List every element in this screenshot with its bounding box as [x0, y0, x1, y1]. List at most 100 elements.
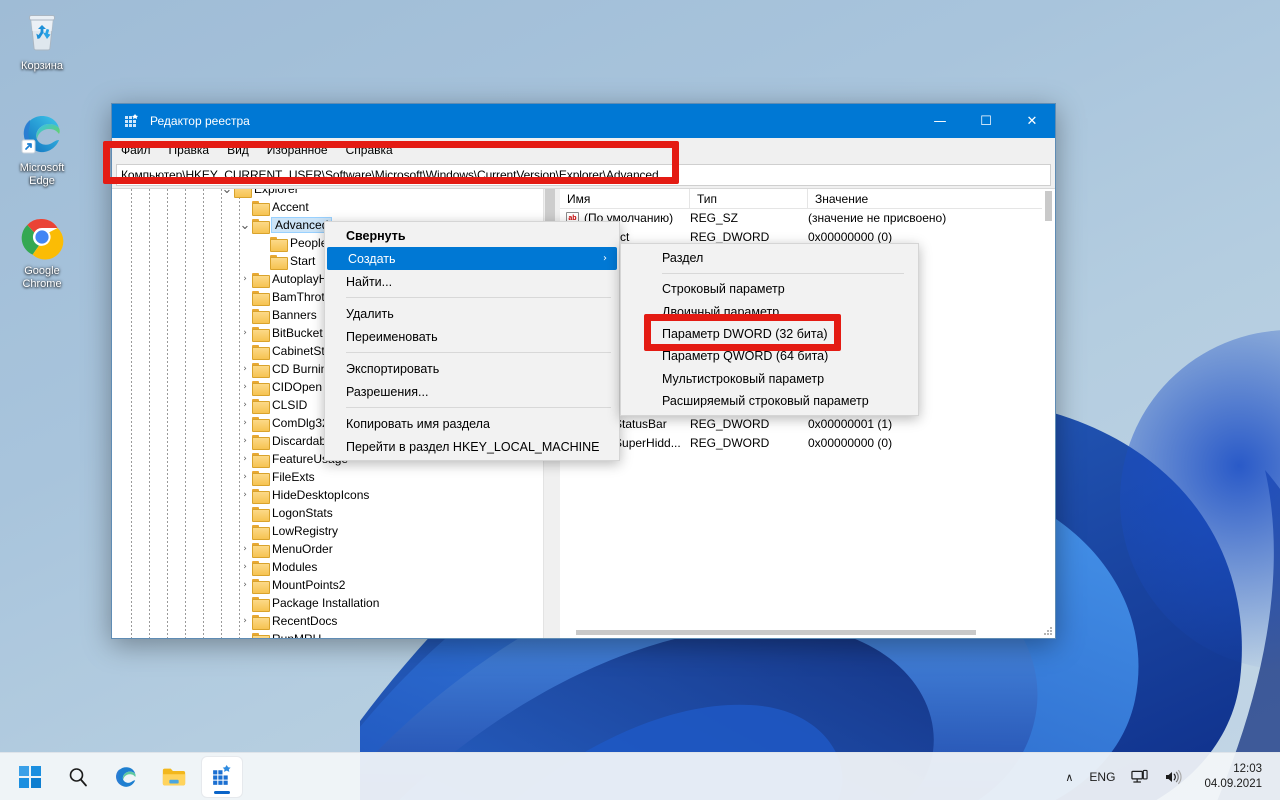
submenu-item[interactable]: Двоичный параметр: [621, 301, 918, 323]
column-header-value[interactable]: Значение: [808, 189, 1055, 208]
context-menu-item[interactable]: Создать ›: [327, 247, 617, 270]
regedit-button[interactable]: [202, 756, 242, 797]
value-row[interactable]: 011100ShowStatusBarREG_DWORD0x00000001 (…: [560, 415, 1055, 434]
window-titlebar[interactable]: Редактор реестра — ☐ ✕: [112, 104, 1055, 138]
submenu-item[interactable]: Параметр QWORD (64 бита): [621, 345, 918, 367]
folder-icon: [252, 344, 270, 360]
edge-button[interactable]: [106, 757, 146, 797]
context-menu-item[interactable]: Удалить: [325, 302, 619, 325]
submenu-item[interactable]: Расширяемый строковый параметр: [621, 390, 918, 412]
context-menu-item[interactable]: Свернуть: [325, 224, 619, 247]
values-column-header[interactable]: Имя Тип Значение: [560, 189, 1055, 209]
tray-chevron-button[interactable]: ∧: [1057, 760, 1081, 794]
tree-node[interactable]: › MenuOrder: [112, 540, 543, 558]
tree-node[interactable]: Accent: [112, 198, 543, 216]
value-type-cell: REG_DWORD: [690, 435, 770, 450]
menu-item-favorites[interactable]: Избранное: [267, 143, 328, 157]
folder-icon: [252, 488, 270, 504]
context-menu-item[interactable]: Перейти в раздел HKEY_LOCAL_MACHINE: [325, 435, 619, 458]
explorer-button[interactable]: [154, 757, 194, 797]
language-indicator[interactable]: ENG: [1081, 760, 1123, 794]
context-menu-item[interactable]: Переименовать: [325, 325, 619, 348]
menu-item-file[interactable]: Файл: [121, 143, 151, 157]
tree-node[interactable]: LowRegistry: [112, 522, 543, 540]
tree-expander[interactable]: ›: [238, 364, 252, 374]
tree-expander[interactable]: ›: [238, 544, 252, 554]
tree-node[interactable]: › RecentDocs: [112, 612, 543, 630]
tree-context-menu[interactable]: Свернуть Создать › Найти... Удалить Переимено…: [324, 221, 620, 461]
volume-button[interactable]: [1156, 760, 1190, 794]
folder-icon: [252, 560, 270, 576]
menu-item-view[interactable]: Вид: [227, 143, 249, 157]
tree-node[interactable]: LogonStats: [112, 504, 543, 522]
tree-node[interactable]: › Modules: [112, 558, 543, 576]
submenu-item[interactable]: Строковый параметр: [621, 278, 918, 300]
tree-expander[interactable]: ›: [238, 616, 252, 626]
maximize-button[interactable]: ☐: [963, 104, 1009, 138]
submenu-item[interactable]: Параметр DWORD (32 бита): [621, 323, 918, 345]
address-bar[interactable]: Компьютер\HKEY_CURRENT_USER\Software\Mic…: [116, 164, 1051, 186]
tree-expander[interactable]: ›: [238, 328, 252, 338]
scrollbar-thumb[interactable]: [1045, 191, 1052, 221]
start-button[interactable]: [10, 757, 50, 797]
tree-node-label: FileExts: [272, 470, 315, 484]
minimize-button[interactable]: —: [917, 104, 963, 138]
folder-icon: [234, 189, 252, 198]
tree-node-label: ComDlg32: [272, 416, 329, 430]
context-menu-item[interactable]: Копировать имя раздела: [325, 412, 619, 435]
tree-node[interactable]: › FileExts: [112, 468, 543, 486]
tree-expander[interactable]: ›: [238, 454, 252, 464]
tree-expander[interactable]: ›: [238, 274, 252, 284]
value-row[interactable]: 011100ShowSuperHidd...REG_DWORD0x0000000…: [560, 433, 1055, 452]
tree-expander[interactable]: ›: [238, 436, 252, 446]
create-submenu[interactable]: Раздел Строковый параметр Двоичный парамет…: [620, 243, 919, 417]
tree-expander[interactable]: ›: [238, 418, 252, 428]
submenu-item[interactable]: Раздел: [621, 247, 918, 269]
desktop-icon-recycle-bin[interactable]: Корзина: [0, 8, 84, 73]
value-type-cell: REG_DWORD: [690, 230, 770, 245]
tree-expander[interactable]: ⌄: [220, 189, 234, 197]
desktop-icon-microsoft-edge[interactable]: Microsoft Edge: [0, 110, 84, 188]
tree-expander[interactable]: ›: [238, 580, 252, 590]
taskbar[interactable]: ∧ ENG 12:03 04.09.2021: [0, 752, 1280, 800]
tree-node-label: MountPoints2: [272, 578, 346, 592]
submenu-item[interactable]: Мультистроковый параметр: [621, 367, 918, 389]
clock[interactable]: 12:03 04.09.2021: [1190, 762, 1272, 792]
context-menu-item[interactable]: Экспортировать: [325, 357, 619, 380]
tree-expander[interactable]: ›: [238, 400, 252, 410]
values-vertical-scrollbar[interactable]: [1042, 189, 1055, 625]
tree-node[interactable]: › MountPoints2: [112, 576, 543, 594]
tree-expander[interactable]: ›: [238, 562, 252, 572]
edge-icon: [0, 110, 84, 158]
column-header-name[interactable]: Имя: [560, 189, 690, 208]
folder-icon: [252, 434, 270, 450]
menu-bar[interactable]: Файл Правка Вид Избранное Справка: [112, 138, 1055, 162]
desktop[interactable]: Корзина Microsoft Edge Google Chrome Ред…: [0, 0, 1280, 800]
context-menu-item[interactable]: Разрешения...: [325, 380, 619, 403]
system-tray[interactable]: ∧ ENG 12:03 04.09.2021: [1057, 753, 1280, 800]
tree-expander[interactable]: ›: [238, 490, 252, 500]
tree-node[interactable]: Package Installation: [112, 594, 543, 612]
desktop-icon-google-chrome[interactable]: Google Chrome: [0, 213, 84, 291]
tree-node[interactable]: ⌄ Explorer: [112, 189, 543, 198]
address-bar-row[interactable]: Компьютер\HKEY_CURRENT_USER\Software\Mic…: [112, 162, 1055, 188]
tree-node-label: MenuOrder: [272, 542, 333, 556]
scrollbar-thumb[interactable]: [576, 630, 976, 635]
context-menu-item[interactable]: Найти...: [325, 270, 619, 293]
menu-item-help[interactable]: Справка: [346, 143, 393, 157]
search-button[interactable]: [58, 757, 98, 797]
tree-node-label: Start: [290, 254, 316, 268]
column-header-type[interactable]: Тип: [690, 189, 808, 208]
tree-node[interactable]: › HideDesktopIcons: [112, 486, 543, 504]
resize-grip[interactable]: [1043, 626, 1054, 637]
submenu-arrow-icon: ›: [603, 253, 607, 264]
network-button[interactable]: [1123, 760, 1156, 794]
menu-item-edit[interactable]: Правка: [169, 143, 210, 157]
tree-expander[interactable]: ›: [238, 472, 252, 482]
close-button[interactable]: ✕: [1009, 104, 1055, 138]
tree-expander[interactable]: ⌄: [238, 218, 252, 233]
tree-expander[interactable]: ›: [238, 382, 252, 392]
value-row[interactable]: ab (По умолчанию) REG_SZ (значение не присв…: [560, 209, 1055, 228]
tree-node[interactable]: RunMRU: [112, 630, 543, 638]
values-horizontal-scrollbar[interactable]: [560, 625, 1055, 638]
